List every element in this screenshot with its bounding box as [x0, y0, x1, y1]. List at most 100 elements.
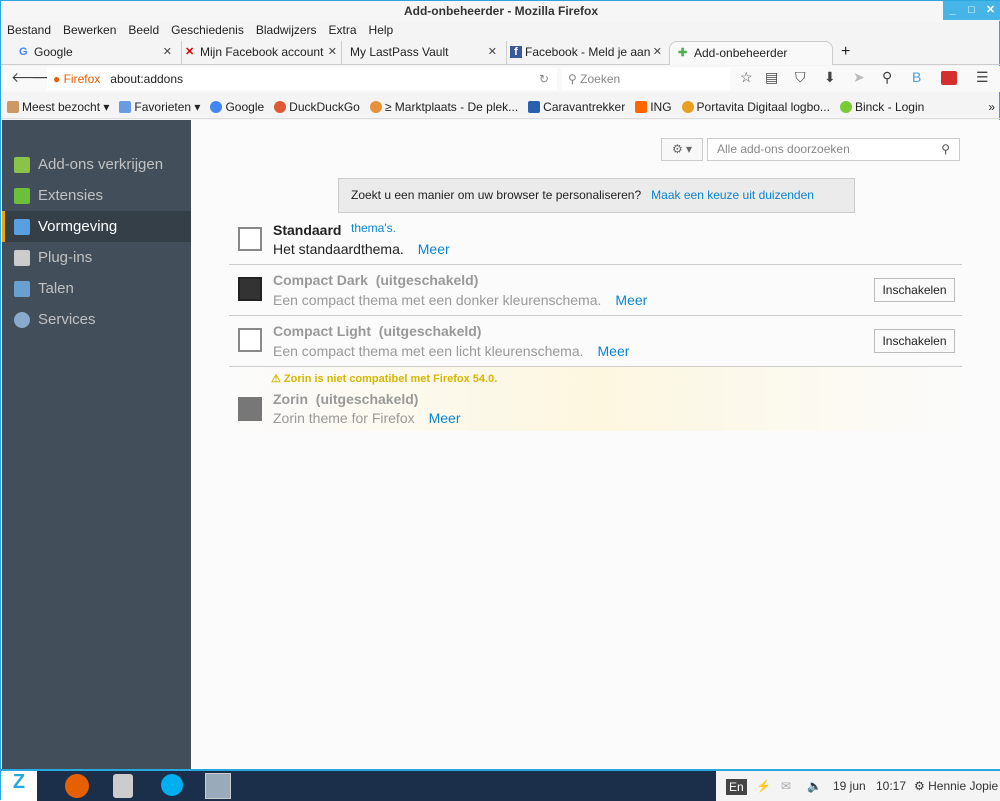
tab-facebook-account[interactable]: ✕ Mijn Facebook account ✕ — [181, 41, 341, 65]
user-menu[interactable]: ⚙ Hennie Jopie — [914, 779, 998, 793]
network-icon[interactable]: ⚡ — [756, 779, 771, 793]
keyboard-language[interactable]: En — [726, 779, 747, 795]
google-icon — [210, 100, 223, 113]
theme-thumbnail-icon — [238, 328, 262, 352]
addons-search-input[interactable]: Alle add-ons doorzoeken ⚲ — [707, 138, 960, 161]
more-link[interactable]: Meer — [429, 410, 461, 426]
tools-gear-button[interactable]: ⚙ ▾ — [661, 138, 703, 161]
flag-icon — [14, 280, 30, 297]
sidebar-item-appearance[interactable]: Vormgeving — [2, 211, 191, 242]
files-icon[interactable] — [113, 774, 133, 798]
sidebar-item-services[interactable]: Services — [2, 304, 191, 335]
theme-description: Een compact thema met een donker kleuren… — [273, 292, 602, 308]
maximize-button[interactable]: □ — [962, 1, 981, 20]
bookmarks-overflow[interactable]: » — [988, 95, 995, 119]
facebook-icon: f — [510, 46, 522, 58]
bookmark-star-icon[interactable]: ☆ — [740, 69, 753, 86]
menu-help[interactable]: Help — [369, 21, 394, 39]
gear-icon: ⚙ — [914, 779, 925, 793]
theme-item-compact-dark[interactable]: Compact Dark (uitgeschakeld) Een compact… — [229, 265, 962, 316]
theme-thumbnail-icon — [238, 227, 262, 251]
more-link[interactable]: Meer — [598, 343, 630, 359]
pocket-icon[interactable]: ⛉ — [795, 69, 806, 86]
bookmark-favorites[interactable]: Favorieten ▾ — [119, 95, 200, 118]
theme-item-zorin[interactable]: ⚠ Zorin is niet compatibel met Firefox 5… — [229, 367, 962, 431]
search-icon: ⚲ — [568, 72, 577, 86]
date[interactable]: 19 jun — [833, 779, 866, 793]
zoom-search-icon[interactable]: ⚲ — [882, 69, 892, 86]
tab-label: Add-onbeheerder — [694, 46, 788, 60]
menu-bestand[interactable]: Bestand — [7, 21, 51, 39]
search-placeholder: Zoeken — [580, 72, 621, 86]
skype-icon[interactable] — [161, 774, 183, 796]
search-bar[interactable]: ⚲ Zoeken — [562, 68, 730, 90]
window-title: Add-onbeheerder - Mozilla Firefox _ □ ✕ — [1, 1, 1000, 21]
menu-extra[interactable]: Extra — [329, 21, 357, 39]
menu-beeld[interactable]: Beeld — [128, 21, 159, 39]
tab-facebook-login[interactable]: f Facebook - Meld je aan ✕ — [506, 41, 666, 65]
minimize-button[interactable]: _ — [943, 1, 962, 20]
bookmark-google[interactable]: Google — [210, 95, 264, 118]
tab-addons-manager[interactable]: ✚ Add-onbeheerder — [669, 41, 833, 65]
reload-icon[interactable]: ↻ — [539, 68, 549, 90]
more-link[interactable]: Meer — [615, 292, 647, 308]
zorin-menu-icon[interactable]: Z — [1, 771, 37, 801]
mail-app-icon[interactable] — [205, 773, 231, 799]
close-tab-icon[interactable]: ✕ — [488, 41, 497, 63]
enable-button[interactable]: Inschakelen — [874, 278, 955, 302]
volume-icon[interactable]: 🔈 — [807, 779, 822, 793]
new-tab-button[interactable]: + — [837, 41, 850, 65]
sidebar-item-languages[interactable]: Talen — [2, 273, 191, 304]
send-icon[interactable]: ➤ — [853, 69, 865, 86]
clock[interactable]: 10:17 — [876, 779, 906, 793]
sidebar-item-extensions[interactable]: Extensies — [2, 180, 191, 211]
bookmark-binck[interactable]: Binck - Login — [839, 95, 924, 118]
tab-lastpass[interactable]: My LastPass Vault ✕ — [341, 41, 501, 65]
sidebar-item-plugins[interactable]: Plug-ins — [2, 242, 191, 273]
portavita-icon — [681, 100, 694, 113]
tab-label: Google — [34, 45, 73, 59]
close-tab-icon[interactable]: ✕ — [328, 41, 337, 63]
addons-sidebar: Add-ons verkrijgen Extensies Vormgeving … — [2, 120, 191, 769]
tab-google[interactable]: G Google ✕ — [16, 41, 176, 65]
bookmark-duckduckgo[interactable]: DuckDuckGo — [274, 95, 360, 118]
bookmarks-toolbar: Meest bezocht ▾ Favorieten ▾ Google Duck… — [1, 95, 1000, 119]
bookmark-caravantrekker[interactable]: Caravantrekker — [528, 95, 625, 118]
close-tab-icon[interactable]: ✕ — [163, 41, 172, 63]
hamburger-menu-icon[interactable]: ☰ — [976, 69, 989, 86]
bitwarden-icon[interactable]: B — [912, 69, 921, 85]
mail-icon[interactable]: ✉ — [781, 779, 791, 793]
menu-bewerken[interactable]: Bewerken — [63, 21, 116, 39]
tab-label: Facebook - Meld je aan — [525, 45, 651, 59]
lastpass-icon[interactable] — [941, 71, 957, 85]
caravantrekker-icon — [528, 100, 541, 113]
close-button[interactable]: ✕ — [981, 1, 1000, 20]
sidebar-item-get-addons[interactable]: Add-ons verkrijgen — [2, 149, 191, 180]
appearance-icon — [14, 218, 30, 235]
url-bar[interactable]: ● Firefox about:addons ↻ — [47, 68, 557, 90]
enable-button[interactable]: Inschakelen — [874, 329, 955, 353]
close-tab-icon[interactable]: ✕ — [653, 41, 662, 63]
banner-text: Zoekt u een manier om uw browser te pers… — [351, 188, 642, 202]
compat-warning: ⚠ Zorin is niet compatibel met Firefox 5… — [271, 373, 498, 385]
download-icon[interactable]: ⬇ — [824, 69, 836, 86]
menu-bladwijzers[interactable]: Bladwijzers — [256, 21, 317, 39]
theme-item-standaard[interactable]: Standaard Het standaardthema. Meer — [229, 217, 962, 265]
marktplaats-icon — [369, 100, 382, 113]
folder-icon — [7, 100, 19, 113]
firefox-icon[interactable] — [65, 774, 89, 798]
bookmark-portavita[interactable]: Portavita Digitaal logbo... — [681, 95, 830, 118]
bookmark-ing[interactable]: ING — [635, 95, 672, 118]
theme-item-compact-light[interactable]: Compact Light (uitgeschakeld) Een compac… — [229, 316, 962, 367]
theme-description: Een compact thema met een licht kleurens… — [273, 343, 584, 359]
tab-strip: G Google ✕ ✕ Mijn Facebook account ✕ My Last… — [1, 41, 1000, 65]
bookmark-most-visited[interactable]: Meest bezocht ▾ — [7, 95, 109, 118]
plugin-icon — [14, 249, 30, 266]
reading-list-icon[interactable]: ▤ — [765, 69, 778, 86]
themes-banner: Zoekt u een manier om uw browser te pers… — [338, 178, 855, 235]
services-icon — [14, 311, 30, 328]
theme-description: Zorin theme for Firefox — [273, 410, 415, 426]
bookmark-marktplaats[interactable]: ≥ Marktplaats - De plek... — [369, 95, 518, 118]
menu-geschiedenis[interactable]: Geschiedenis — [171, 21, 244, 39]
more-link[interactable]: Meer — [418, 241, 450, 257]
